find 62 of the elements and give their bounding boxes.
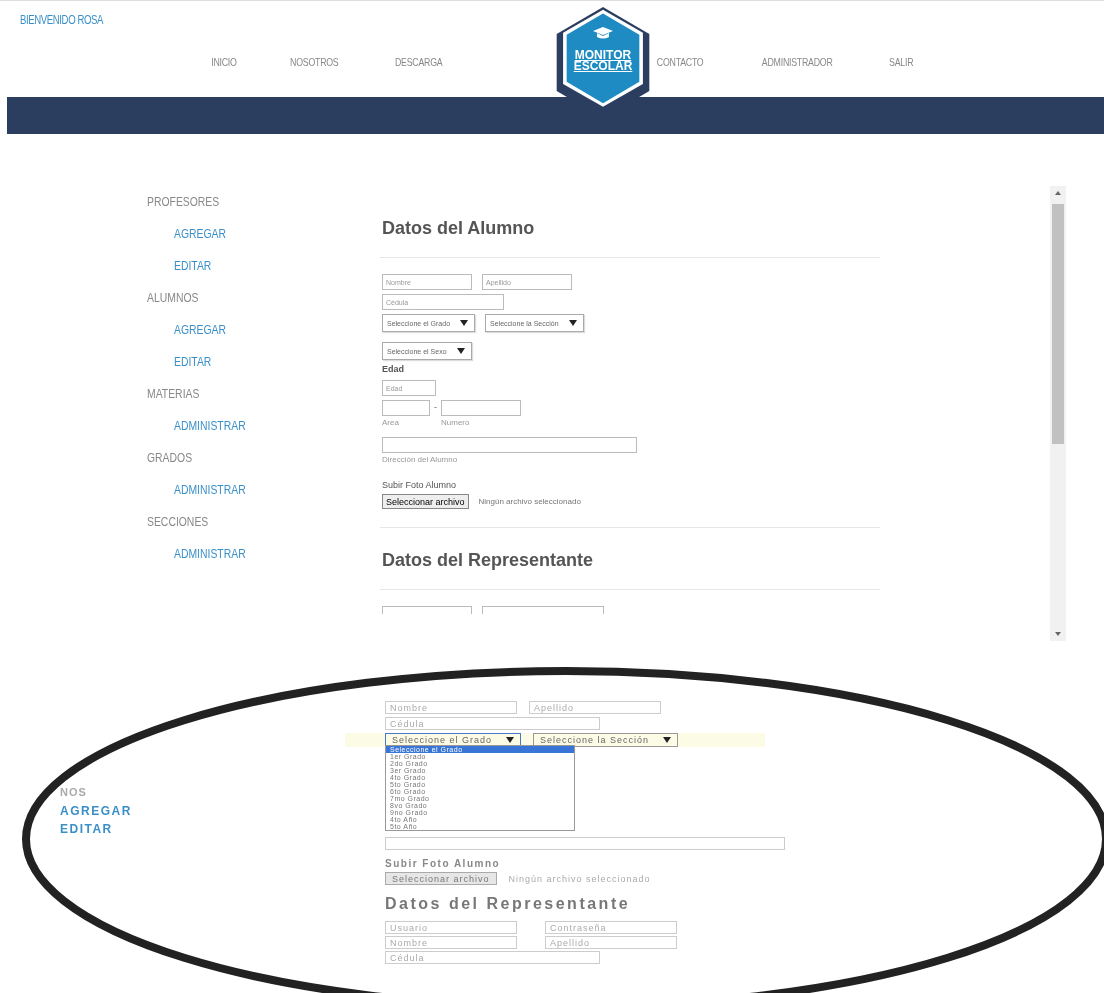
graduation-cap-icon [593,27,613,41]
input-field[interactable]: Nombre [385,936,517,949]
sidebar-heading: PROFESORES [147,193,220,211]
logo-text: ESCOLAR [573,61,633,72]
caret-icon [568,320,577,326]
field-label: Edad [382,364,405,374]
field-caption: Numero [441,418,471,427]
nav-link[interactable]: DESCARGA [394,56,442,68]
sidebar-link[interactable]: ADMINISTRAR [174,538,246,570]
field-caption: Dirección del Alumno [382,455,459,464]
input-field[interactable] [441,400,521,416]
file-status-text: Ningún archivo seleccionado [508,873,651,884]
sidebar-heading: GRADOS [147,449,193,467]
scroll-down-icon[interactable] [1055,632,1061,636]
input-field[interactable] [382,606,472,614]
nav-link[interactable]: ADMINISTRADOR [762,56,833,68]
input-field[interactable]: Nombre [385,701,517,714]
scroll-thumb[interactable] [1052,204,1064,444]
separator-text: - [434,402,437,412]
field-label: Subir Foto Alumno [385,858,502,869]
section-title: Datos del Representante [382,550,595,571]
logo-text: MONITOR [574,50,632,61]
section-title: Datos del Alumno [382,218,536,239]
scrollbar[interactable] [1050,186,1066,641]
caret-icon [663,737,672,743]
sidebar-link[interactable]: AGREGAR [174,314,226,346]
sidebar-link[interactable]: ADMINISTRAR [174,410,246,442]
input-field[interactable] [385,837,785,850]
welcome-text: BIENVENIDO ROSA [20,13,104,27]
sidebar-heading: SECCIONES [147,513,209,531]
field-caption: Area [382,418,400,427]
input-field[interactable]: Apellido [545,936,677,949]
nav-link[interactable]: SALIR [888,56,913,68]
sidebar-link[interactable]: EDITAR [60,822,132,840]
input-field[interactable]: Usuario [385,921,517,934]
sidebar-heading: ALUMNOS [147,289,199,307]
input-field[interactable]: Apellido [529,701,661,714]
sidebar-link[interactable]: AGREGAR [174,218,226,250]
nav-link[interactable]: NOSOTROS [290,56,339,68]
sidebar-heading: NOS [60,786,88,800]
sidebar-link[interactable]: AGREGAR [60,804,132,822]
file-status-text: Ningún archivo seleccionado [478,497,581,506]
sidebar-link[interactable]: EDITAR [174,250,212,282]
sidebar-link[interactable]: EDITAR [174,346,212,378]
input-field[interactable] [482,606,604,614]
section-title: Datos del Representante [385,895,632,913]
input-field[interactable]: Contraseña [545,921,677,934]
scroll-up-icon[interactable] [1055,191,1061,195]
nav-link[interactable]: CONTACTO [656,56,704,68]
caret-icon [460,320,469,326]
input-field[interactable] [382,400,430,416]
input-field[interactable] [382,437,637,453]
nav-link[interactable]: INICIO [211,56,237,68]
caret-icon [456,348,465,354]
sidebar-link[interactable]: ADMINISTRAR [174,474,246,506]
file-button[interactable]: Seleccionar archivo [385,872,497,885]
file-button[interactable]: Seleccionar archivo [382,494,469,509]
field-label: Subir Foto Alumno [382,480,458,490]
select-field[interactable]: Seleccione la Sección [533,733,679,747]
sidebar-heading: MATERIAS [147,385,200,403]
input-field[interactable]: Cédula [385,951,600,964]
input-field[interactable]: Cédula [385,717,600,730]
